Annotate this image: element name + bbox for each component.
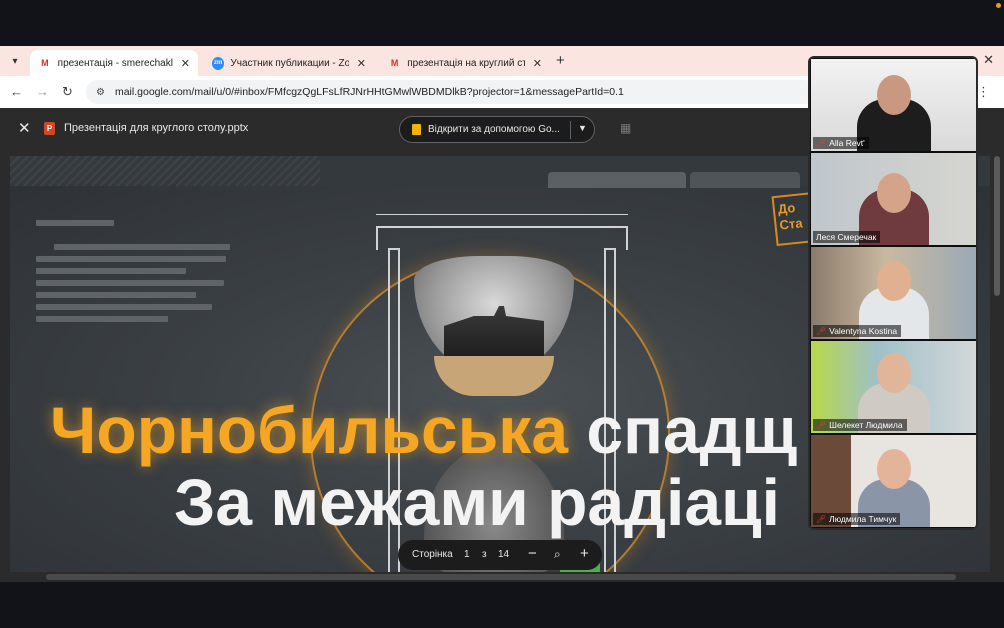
participant-face xyxy=(877,75,911,115)
dimension-line xyxy=(376,214,628,215)
page-separator: з xyxy=(482,549,487,560)
new-tab-button[interactable]: + xyxy=(556,52,565,69)
participant-name: 🎤︎ Людмила Тимчук xyxy=(813,513,901,525)
tab-title: презентація на круглий стіл К xyxy=(407,57,525,69)
participant-face xyxy=(877,449,911,489)
decor-line xyxy=(36,292,196,298)
reload-icon[interactable]: ↻ xyxy=(62,84,73,100)
zoom-video-gallery: 🎤︎ Alla Revt' Леся Смеречак 🎤︎ Valentyna K… xyxy=(808,56,978,530)
participant-name-text: Шелекет Людмила xyxy=(829,420,903,430)
google-slides-icon xyxy=(412,124,421,135)
vertical-scrollbar[interactable] xyxy=(994,156,1000,572)
powerpoint-file-icon: P xyxy=(44,122,55,135)
decor-line xyxy=(36,280,224,286)
top-letterbox xyxy=(0,0,1004,46)
participant-name: 🎤︎ Alla Revt' xyxy=(813,137,869,149)
participant-tile[interactable]: Леся Смеречак xyxy=(811,153,976,245)
forward-icon[interactable]: → xyxy=(36,84,49,99)
zoom-in-button[interactable]: + xyxy=(580,545,589,562)
close-tab-icon[interactable]: ✕ xyxy=(181,57,190,70)
decor-line xyxy=(36,220,114,226)
url-text: mail.google.com/mail/u/0/#inbox/FMfcgzQg… xyxy=(114,86,624,98)
participant-name: 🎤︎ Valentyna Kostina xyxy=(813,325,902,337)
participant-tile[interactable]: 🎤︎ Valentyna Kostina xyxy=(811,247,976,339)
grid-view-icon[interactable]: ▦ xyxy=(620,121,631,135)
close-viewer-icon[interactable]: ✕ xyxy=(18,119,31,137)
participant-tile[interactable]: 🎤︎ Шелекет Людмила xyxy=(811,341,976,433)
tab-zoom[interactable]: zm Участник публикации - Zoom ✕ xyxy=(204,50,374,76)
address-bar[interactable]: ⚙ mail.google.com/mail/u/0/#inbox/FMfcgz… xyxy=(86,80,816,104)
decor-tab xyxy=(548,172,686,188)
participant-name-text: Людмила Тимчук xyxy=(829,514,897,524)
muted-mic-icon: 🎤︎ xyxy=(816,138,827,148)
participant-name-text: Alla Revt' xyxy=(829,138,865,148)
close-tab-icon[interactable]: ✕ xyxy=(357,57,366,70)
muted-mic-icon: 🎤︎ xyxy=(816,326,827,336)
page-label: Сторінка xyxy=(412,549,453,560)
window-close-icon[interactable]: ✕ xyxy=(983,52,994,68)
tab-title: презентація - smerechaklesya@ xyxy=(57,57,173,69)
zoom-icon: zm xyxy=(212,56,225,70)
topographic-pattern xyxy=(10,156,320,186)
page-current-input[interactable]: 1 xyxy=(464,549,470,560)
page-total: 14 xyxy=(498,549,510,560)
recording-indicator xyxy=(996,3,1001,8)
participant-face xyxy=(877,261,911,301)
tab-title: Участник публикации - Zoom xyxy=(230,57,349,69)
zoom-icon[interactable]: ⌕ xyxy=(554,547,561,562)
page-controls: Сторінка 1 з 14 − ⌕ + xyxy=(398,540,602,570)
participant-face xyxy=(877,173,911,213)
participant-tile[interactable]: 🎤︎ Людмила Тимчук xyxy=(811,435,976,527)
decor-tab xyxy=(690,172,800,188)
participant-name: Леся Смеречак xyxy=(813,231,881,243)
participant-name-text: Леся Смеречак xyxy=(816,232,877,242)
browser-menu-icon[interactable]: ⋮ xyxy=(977,84,990,100)
horizontal-scrollbar[interactable] xyxy=(46,574,956,580)
open-with-button[interactable]: Відкрити за допомогою Go... ▼ xyxy=(399,116,595,143)
bottom-letterbox xyxy=(0,582,1004,628)
tab-search-icon[interactable]: ▾ xyxy=(6,52,24,70)
file-name: Презентація для круглого столу.pptx xyxy=(64,122,249,134)
button-divider xyxy=(570,121,571,139)
open-with-label: Відкрити за допомогою Go... xyxy=(428,124,560,135)
participant-name: 🎤︎ Шелекет Людмила xyxy=(813,419,907,431)
tab-gmail-presentation[interactable]: M презентація - smerechaklesya@ ✕ xyxy=(30,50,198,76)
slide-title-rest: спадщ xyxy=(586,393,798,467)
gmail-icon: M xyxy=(390,58,399,68)
chevron-down-icon[interactable]: ▼ xyxy=(578,123,587,133)
slide-subtitle: За межами радіаці xyxy=(174,465,780,539)
participant-tile[interactable]: 🎤︎ Alla Revt' xyxy=(811,59,976,151)
decor-line xyxy=(36,316,168,322)
muted-mic-icon: 🎤︎ xyxy=(816,420,827,430)
decor-line xyxy=(36,304,212,310)
tab-gmail-round-table[interactable]: M презентація на круглий стіл К ✕ xyxy=(380,50,550,76)
hourglass-frame-top xyxy=(376,226,628,250)
slide-title: Чорнобильська спадщ xyxy=(50,392,797,468)
participant-face xyxy=(877,353,911,393)
scrollbar-thumb[interactable] xyxy=(994,156,1000,296)
decor-line xyxy=(54,244,230,250)
gmail-icon: M xyxy=(41,58,49,68)
decor-line xyxy=(36,268,186,274)
slide-title-highlight: Чорнобильська xyxy=(50,393,569,467)
zoom-out-button[interactable]: − xyxy=(528,545,537,562)
site-settings-icon[interactable]: ⚙ xyxy=(96,87,105,98)
participant-name-text: Valentyna Kostina xyxy=(829,326,898,336)
decor-line xyxy=(36,256,226,262)
close-tab-icon[interactable]: ✕ xyxy=(533,57,542,70)
muted-mic-icon: 🎤︎ xyxy=(816,514,827,524)
back-icon[interactable]: ← xyxy=(10,84,23,99)
